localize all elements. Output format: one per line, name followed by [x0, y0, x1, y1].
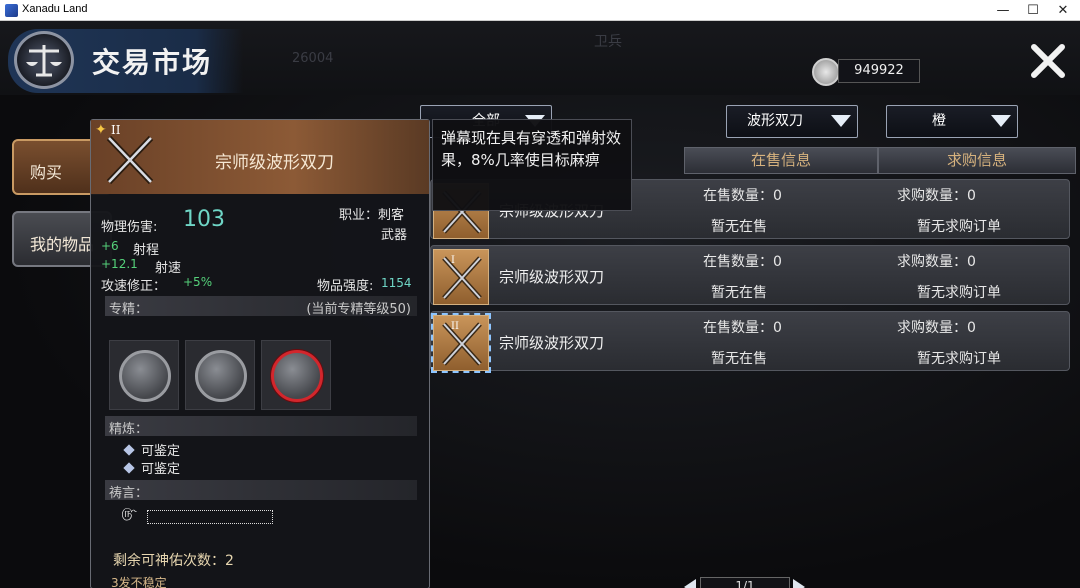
- no-sale-status: 暂无在售: [711, 285, 767, 301]
- perk-description-tooltip: 弹幕现在具有穿透和弹射效果，8%几率使目标麻痹: [432, 119, 632, 211]
- coin-icon: [812, 58, 840, 86]
- no-buy-status: 暂无求购订单: [917, 285, 1001, 301]
- gem-icon: [123, 444, 135, 456]
- no-sale-status: 暂无在售: [711, 351, 767, 367]
- page-title: 交易市场: [92, 46, 213, 79]
- tier-label: I: [451, 255, 455, 266]
- money-display: 949922: [838, 59, 920, 83]
- tooltip-header: ✦ II 宗师级波形双刀: [91, 120, 429, 194]
- page-indicator: 1/1: [700, 577, 790, 588]
- blessings-remaining: 剩余可神佑次数：2: [113, 553, 234, 569]
- refine-slot-2: 可鉴定: [123, 458, 180, 477]
- next-page-icon[interactable]: [793, 579, 805, 588]
- scales-emblem-icon: [14, 31, 74, 89]
- game-viewport: 26004 卫兵 交易市场 949922 购买 我的物品 全部 波形双刀 橙 在…: [0, 21, 1080, 588]
- column-header-buy: 求购信息: [878, 147, 1076, 174]
- sale-count: 在售数量：0: [703, 320, 782, 336]
- strength-label: 物品强度:: [317, 279, 374, 294]
- app-icon: [5, 4, 18, 17]
- prayer-swirl-icon: ௹: [121, 506, 137, 521]
- bonus-firerate-label: 射速: [155, 261, 182, 276]
- window-titlebar: Xanadu Land — ☐ ✕: [0, 0, 1080, 21]
- attack-speed-label: 攻速修正：: [101, 279, 167, 294]
- item-tooltip: ✦ II 宗师级波形双刀 物理伤害: 103 职业：刺客 武器 +6 射程 +1…: [90, 119, 430, 588]
- dual-blade-icon: [101, 130, 159, 188]
- item-name: 宗师级波形双刀: [499, 334, 605, 352]
- strength-value: 1154: [381, 276, 412, 290]
- perk-2-icon: [195, 350, 247, 402]
- perk-slot[interactable]: [261, 340, 331, 410]
- rarity-value: 橙: [932, 113, 946, 129]
- sale-count: 在售数量：0: [703, 254, 782, 270]
- bonus-range-value: +6: [101, 239, 119, 253]
- chevron-down-icon: [831, 115, 851, 127]
- column-header-sale: 在售信息: [684, 147, 878, 174]
- chevron-down-icon: [991, 115, 1011, 127]
- dual-blade-icon: I: [433, 249, 489, 305]
- mastery-label: 专精：: [109, 302, 149, 317]
- perk-description: 弹幕现在具有穿透和弹射效果，8%几率使目标麻痹: [441, 129, 622, 169]
- job-label: 职业：刺客: [339, 208, 405, 223]
- refine-slot-1: 可鉴定: [123, 440, 180, 459]
- buy-count: 求购数量：0: [897, 254, 976, 270]
- perk-1-icon: [119, 350, 171, 402]
- item-name: 宗师级波形双刀: [499, 268, 605, 286]
- buy-count: 求购数量：0: [897, 320, 976, 336]
- dual-blade-icon: II: [431, 313, 491, 373]
- close-icon[interactable]: [1028, 41, 1068, 81]
- prayer-section-header: 祷言：: [105, 480, 417, 501]
- bonus-range-label: 射程: [133, 243, 160, 258]
- rarity-dropdown[interactable]: 橙: [886, 105, 1018, 138]
- phys-damage-value: 103: [183, 207, 225, 232]
- attack-speed-value: +5%: [183, 275, 213, 289]
- sale-count: 在售数量：0: [703, 188, 782, 204]
- list-item[interactable]: II 宗师级波形双刀 在售数量：0 求购数量：0 暂无在售 暂无求购订单: [430, 311, 1070, 373]
- no-sale-status: 暂无在售: [711, 219, 767, 235]
- perk-3-icon: [271, 350, 323, 402]
- unstable-note: 3发不稳定: [111, 576, 167, 588]
- prayer-label: 祷言：: [109, 486, 149, 501]
- buy-count: 求购数量：0: [897, 188, 976, 204]
- window-close-button[interactable]: ✕: [1046, 0, 1080, 21]
- maximize-button[interactable]: ☐: [1016, 0, 1050, 21]
- prev-page-icon[interactable]: [684, 579, 696, 588]
- perk-slot[interactable]: [185, 340, 255, 410]
- list-item[interactable]: I 宗师级波形双刀 在售数量：0 求购数量：0 暂无在售 暂无求购订单: [430, 245, 1070, 305]
- gem-icon: [123, 462, 135, 474]
- prayer-slots: [147, 510, 273, 524]
- minimize-button[interactable]: —: [986, 0, 1020, 21]
- refine-label: 精炼：: [109, 422, 149, 437]
- bonus-firerate-value: +12.1: [101, 257, 138, 271]
- no-buy-status: 暂无求购订单: [917, 351, 1001, 367]
- tooltip-item-name: 宗师级波形双刀: [215, 153, 334, 173]
- mastery-level: (当前专精等级50): [306, 302, 411, 317]
- background-label: 卫兵: [594, 34, 622, 50]
- phys-damage-label: 物理伤害:: [101, 220, 158, 235]
- weapon-type-dropdown[interactable]: 波形双刀: [726, 105, 858, 138]
- perk-slot[interactable]: [109, 340, 179, 410]
- tier-label: II: [451, 321, 459, 332]
- item-type: 武器: [381, 228, 408, 243]
- no-buy-status: 暂无求购订单: [917, 219, 1001, 235]
- weapon-type-value: 波形双刀: [747, 113, 803, 129]
- refine-section-header: 精炼：: [105, 416, 417, 437]
- window-title: Xanadu Land: [22, 3, 88, 15]
- background-number: 26004: [292, 51, 334, 66]
- mastery-section-header: 专精： (当前专精等级50): [105, 296, 417, 317]
